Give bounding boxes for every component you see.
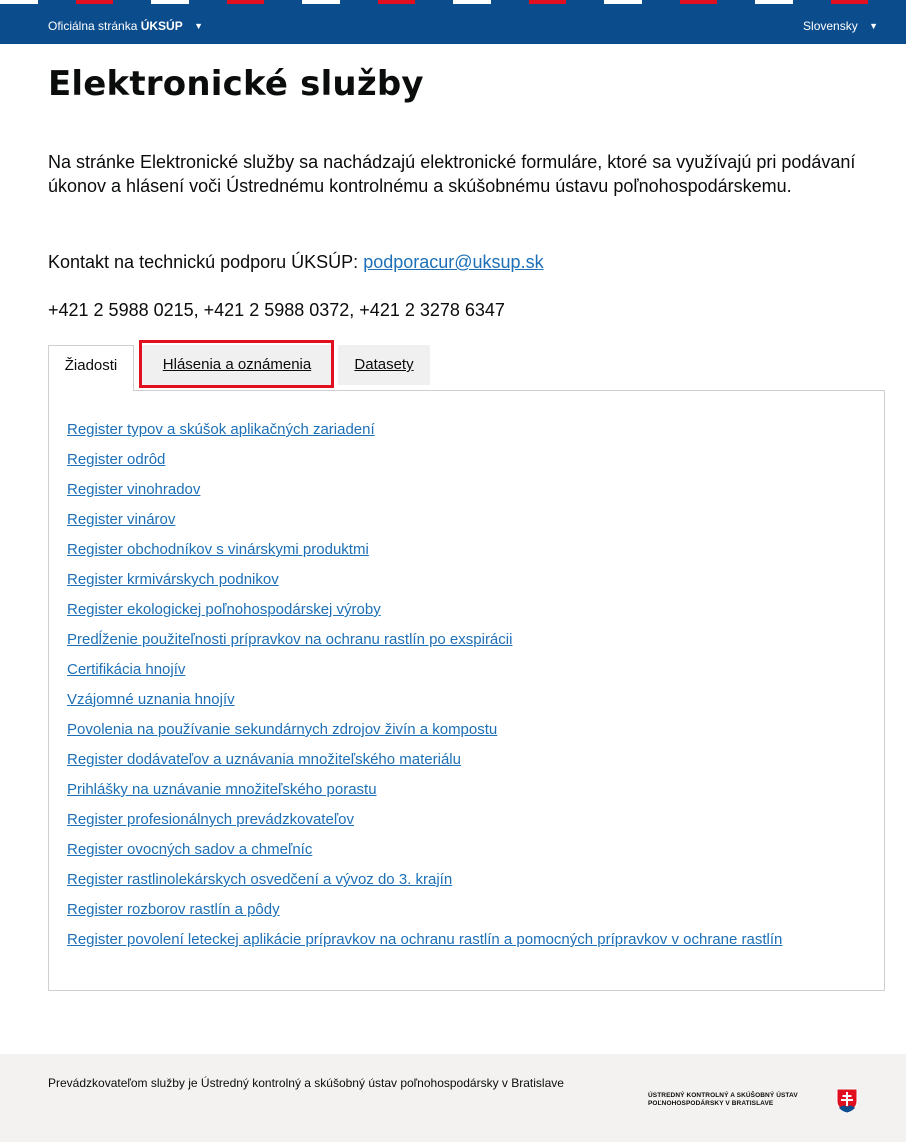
tab-datasety[interactable]: Datasety — [338, 345, 430, 385]
chevron-down-icon: ▼ — [869, 21, 878, 31]
language-selector[interactable]: Slovensky ▼ — [803, 18, 878, 34]
tab-label: Datasety — [354, 356, 414, 373]
tab-hlasenia-a-oznamenia[interactable]: Hlásenia a oznámenia — [142, 345, 332, 385]
flag-stripe-segment — [113, 0, 151, 4]
flag-stripe-segment — [755, 0, 793, 4]
service-link[interactable]: Register profesionálnych prevádzkovateľo… — [67, 811, 354, 828]
chevron-down-icon: ▼ — [194, 21, 203, 31]
service-link[interactable]: Certifikácia hnojív — [67, 661, 185, 678]
flag-stripe-segment — [188, 0, 227, 4]
flag-stripe-segment — [679, 0, 718, 4]
footer-logo-line: ÚSTREDNÝ KONTROLNÝ A SKÚŠOBNÝ ÚSTAV — [648, 1092, 798, 1099]
service-link[interactable]: Register dodávateľov a uznávania množite… — [67, 751, 461, 768]
list-item: Register typov a skúšok aplikačných zari… — [67, 415, 782, 445]
flag-stripe — [0, 0, 906, 4]
service-link[interactable]: Vzájomné uznania hnojív — [67, 691, 235, 708]
flag-stripe-segment — [37, 0, 76, 4]
list-item: Predĺženie použiteľnosti prípravkov na o… — [67, 625, 782, 655]
service-link[interactable]: Register rozborov rastlín a pôdy — [67, 901, 280, 918]
flag-stripe-segment — [641, 0, 680, 4]
service-link[interactable]: Register ovocných sadov a chmeľníc — [67, 841, 312, 858]
service-link[interactable]: Povolenia na používanie sekundárnych zdr… — [67, 721, 497, 738]
service-link[interactable]: Register rastlinolekárskych osvedčení a … — [67, 871, 452, 888]
list-item: Register vinohradov — [67, 475, 782, 505]
list-item: Certifikácia hnojív — [67, 655, 782, 685]
service-link[interactable]: Predĺženie použiteľnosti prípravkov na o… — [67, 631, 512, 648]
service-link[interactable]: Register povolení leteckej aplikácie prí… — [67, 931, 782, 948]
support-contact-label: Kontakt na technickú podporu ÚKSÚP: — [48, 252, 359, 272]
flag-stripe-segment — [453, 0, 491, 4]
service-link[interactable]: Register odrôd — [67, 451, 165, 468]
flag-stripe-segment — [604, 0, 642, 4]
intro-text: Na stránke Elektronické služby sa nachád… — [48, 152, 856, 196]
flag-stripe-segment — [339, 0, 378, 4]
language-label: Slovensky — [803, 19, 858, 33]
flag-stripe-segment — [830, 0, 869, 4]
service-link[interactable]: Register krmivárskych podnikov — [67, 571, 279, 588]
official-site-name: ÚKSÚP — [140, 19, 183, 33]
slovak-coat-of-arms-icon — [836, 1088, 858, 1114]
top-bar: Oficiálna stránka ÚKSÚP ▼ Slovensky ▼ — [0, 0, 906, 44]
flag-stripe-segment — [151, 0, 189, 4]
list-item: Register rastlinolekárskych osvedčení a … — [67, 865, 782, 895]
service-link[interactable]: Register ekologickej poľnohospodárskej v… — [67, 601, 381, 618]
list-item: Register ekologickej poľnohospodárskej v… — [67, 595, 782, 625]
flag-stripe-segment — [490, 0, 529, 4]
flag-stripe-segment — [302, 0, 340, 4]
list-item: Register rozborov rastlín a pôdy — [67, 895, 782, 925]
flag-stripe-segment — [264, 0, 302, 4]
flag-stripe-segment — [0, 0, 38, 4]
official-site-menu[interactable]: Oficiálna stránka ÚKSÚP ▼ — [48, 18, 203, 34]
flag-stripe-segment — [75, 0, 114, 4]
footer: Prevádzkovateľom služby je Ústredný kont… — [0, 1054, 906, 1142]
list-item: Register profesionálnych prevádzkovateľo… — [67, 805, 782, 835]
support-phones: +421 2 5988 0215, +421 2 5988 0372, +421… — [48, 300, 505, 320]
service-link[interactable]: Register vinohradov — [67, 481, 200, 498]
list-item: Register krmivárskych podnikov — [67, 565, 782, 595]
support-email-link[interactable]: podporacur@uksup.sk — [363, 252, 543, 272]
list-item: Register obchodníkov s vinárskymi produk… — [67, 535, 782, 565]
official-site-prefix: Oficiálna stránka — [48, 19, 138, 33]
list-item: Register odrôd — [67, 445, 782, 475]
list-item: Register vinárov — [67, 505, 782, 535]
flag-stripe-segment — [415, 0, 453, 4]
list-item: Povolenia na používanie sekundárnych zdr… — [67, 715, 782, 745]
footer-logo-line: POĽNOHOSPODÁRSKY V BRATISLAVE — [648, 1100, 774, 1107]
service-link[interactable]: Register vinárov — [67, 511, 175, 528]
flag-stripe-segment — [528, 0, 567, 4]
footer-operator-text: Prevádzkovateľom služby je Ústredný kont… — [48, 1076, 564, 1090]
flag-stripe-segment — [792, 0, 831, 4]
tab-ziadosti[interactable]: Žiadosti — [48, 345, 134, 391]
list-item: Register povolení leteckej aplikácie prí… — [67, 925, 782, 955]
service-link[interactable]: Prihlášky na uznávanie množiteľského por… — [67, 781, 377, 798]
list-item: Vzájomné uznania hnojív — [67, 685, 782, 715]
support-contact: Kontakt na technickú podporu ÚKSÚP: podp… — [48, 250, 544, 274]
flag-stripe-segment — [868, 0, 906, 4]
flag-stripe-segment — [226, 0, 265, 4]
list-item: Register dodávateľov a uznávania množite… — [67, 745, 782, 775]
flag-stripe-segment — [377, 0, 416, 4]
page-title: Elektronické služby — [48, 64, 424, 104]
flag-stripe-segment — [717, 0, 755, 4]
tab-panel-ziadosti: Register typov a skúšok aplikačných zari… — [48, 390, 885, 991]
service-link[interactable]: Register obchodníkov s vinárskymi produk… — [67, 541, 369, 558]
tab-label: Hlásenia a oznámenia — [162, 356, 312, 373]
footer-institution-logo: ÚSTREDNÝ KONTROLNÝ A SKÚŠOBNÝ ÚSTAV POĽN… — [648, 1092, 824, 1108]
flag-stripe-segment — [566, 0, 604, 4]
service-link[interactable]: Register typov a skúšok aplikačných zari… — [67, 421, 375, 438]
list-item: Prihlášky na uznávanie množiteľského por… — [67, 775, 782, 805]
list-item: Register ovocných sadov a chmeľníc — [67, 835, 782, 865]
service-link-list: Register typov a skúšok aplikačných zari… — [67, 415, 782, 955]
